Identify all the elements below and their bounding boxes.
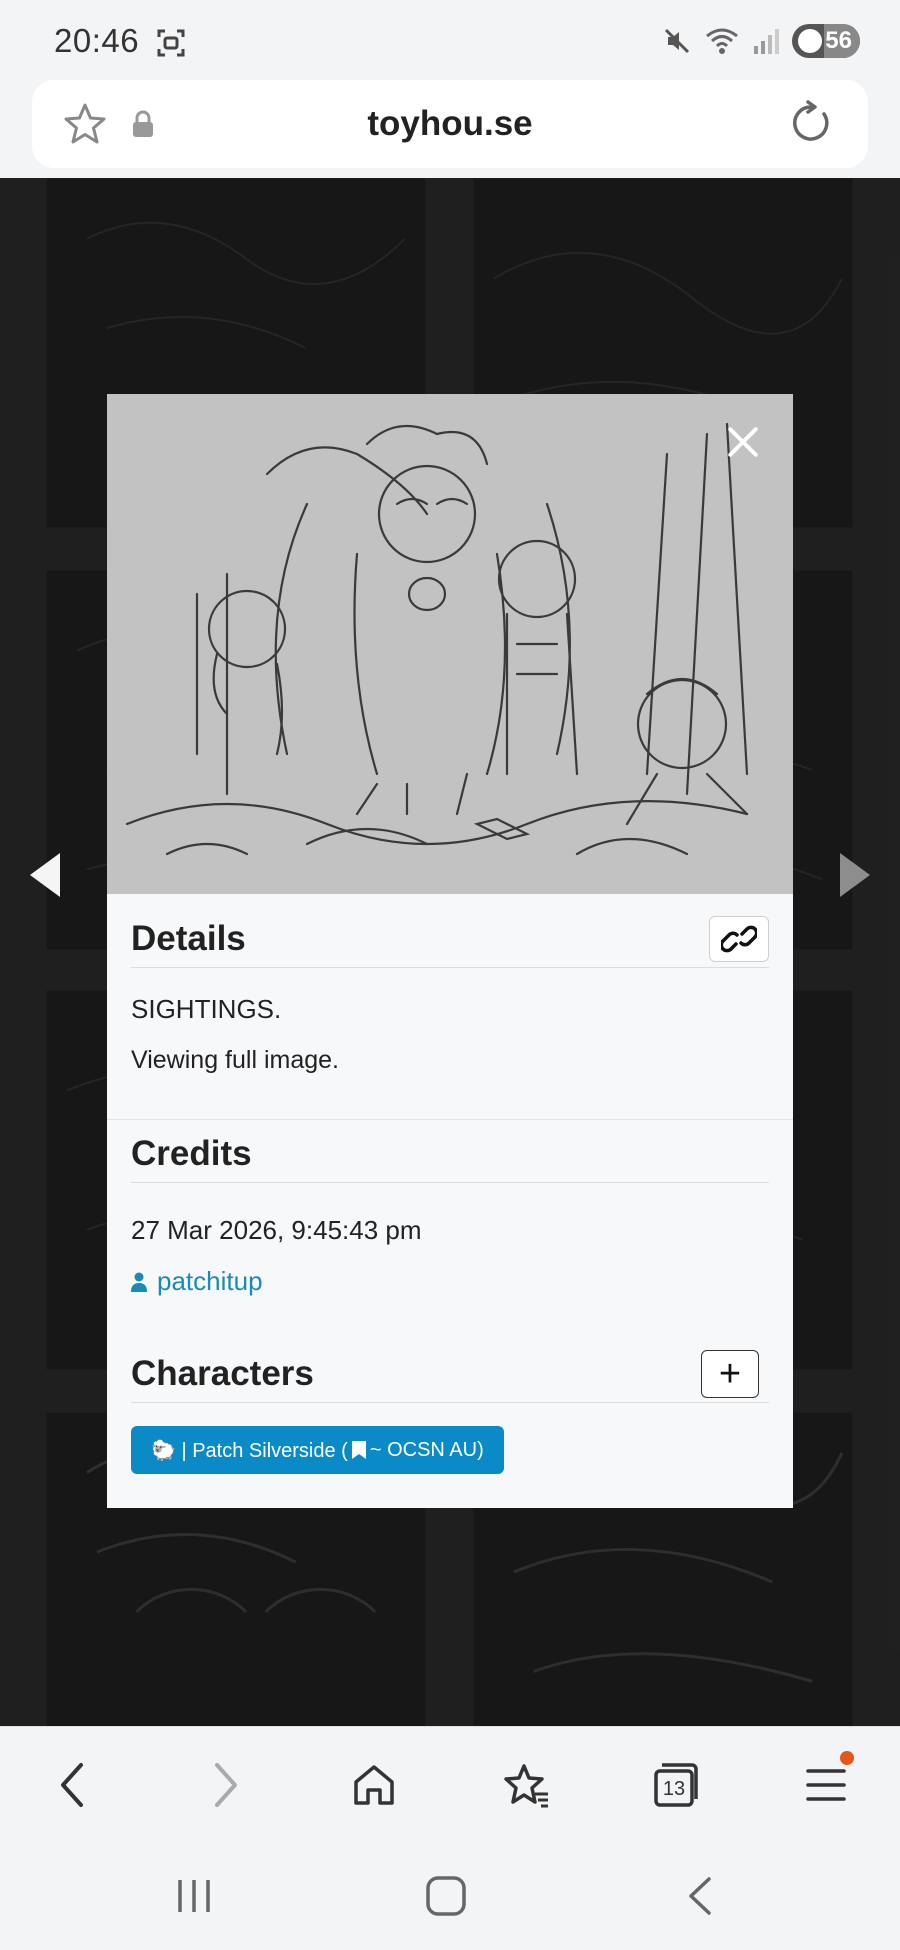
forward-button[interactable] <box>198 1757 254 1813</box>
hamburger-menu-icon <box>806 1769 846 1801</box>
tab-count: 13 <box>662 1777 686 1800</box>
tabs-button[interactable]: 13 <box>648 1757 704 1813</box>
forward-arrow-icon <box>215 1763 237 1807</box>
recent-apps-button[interactable] <box>164 1868 224 1924</box>
system-home-button[interactable] <box>416 1868 476 1924</box>
character-tag-label: 🐑 | Patch Silverside ( <box>151 1439 348 1462</box>
previous-image-arrow[interactable] <box>30 853 60 897</box>
status-icons: 56 <box>662 24 860 58</box>
details-title: Details <box>131 919 769 968</box>
system-home-icon <box>426 1876 466 1916</box>
section-divider <box>107 1119 793 1120</box>
viewing-note: Viewing full image. <box>131 1046 339 1074</box>
character-tag[interactable]: 🐑 | Patch Silverside ( ~ OCSN AU) <box>131 1426 504 1474</box>
character-tag-suffix: ~ OCSN AU) <box>369 1438 484 1461</box>
status-bar: 20:46 56 <box>0 0 900 78</box>
back-button[interactable] <box>44 1757 100 1813</box>
characters-section: Characters <box>131 1354 769 1403</box>
address-bar-container: toyhou.se <box>0 78 900 178</box>
system-back-button[interactable] <box>670 1868 730 1924</box>
bookmarks-button[interactable] <box>498 1757 554 1813</box>
battery-indicator: 56 <box>792 24 860 58</box>
add-character-button[interactable]: + <box>701 1350 759 1398</box>
bookmarks-star-icon <box>504 1764 548 1808</box>
status-time: 20:46 <box>54 22 140 59</box>
link-icon <box>721 925 757 953</box>
mute-icon <box>664 28 690 54</box>
copy-link-button[interactable] <box>709 916 769 962</box>
user-link[interactable]: patchitup <box>157 1266 263 1297</box>
notification-dot <box>840 1751 854 1765</box>
home-icon <box>354 1765 394 1805</box>
wifi-icon <box>706 28 738 54</box>
credit-user[interactable]: patchitup <box>131 1266 263 1297</box>
url-text[interactable]: toyhou.se <box>32 104 868 144</box>
menu-button[interactable] <box>798 1751 854 1813</box>
close-modal-button[interactable] <box>725 424 761 460</box>
signal-icon <box>754 29 779 54</box>
plus-icon: + <box>718 1353 742 1395</box>
upload-date: 27 Mar 2026, 9:45:43 pm <box>131 1215 422 1245</box>
address-bar[interactable]: toyhou.se <box>32 80 868 168</box>
full-image <box>107 394 793 894</box>
screenshot-icon <box>157 29 185 57</box>
system-navigation-bar <box>0 1836 900 1950</box>
image-caption: SIGHTINGS. <box>131 994 282 1024</box>
credits-section: Credits <box>131 1134 769 1183</box>
recent-apps-icon <box>178 1880 210 1912</box>
credits-title: Credits <box>131 1134 769 1183</box>
user-icon <box>131 1272 147 1292</box>
system-back-icon <box>689 1877 711 1915</box>
back-arrow-icon <box>61 1763 83 1807</box>
bookmark-icon <box>351 1441 366 1459</box>
home-button[interactable] <box>346 1757 402 1813</box>
browser-toolbar: 13 <box>0 1726 900 1836</box>
battery-level: 56 <box>825 27 852 54</box>
reload-icon[interactable] <box>788 100 834 146</box>
next-image-arrow[interactable] <box>840 853 870 897</box>
details-section: Details <box>131 919 769 968</box>
characters-title: Characters <box>131 1354 769 1403</box>
image-modal: Details SIGHTINGS. Viewing full image. C… <box>107 394 793 1508</box>
